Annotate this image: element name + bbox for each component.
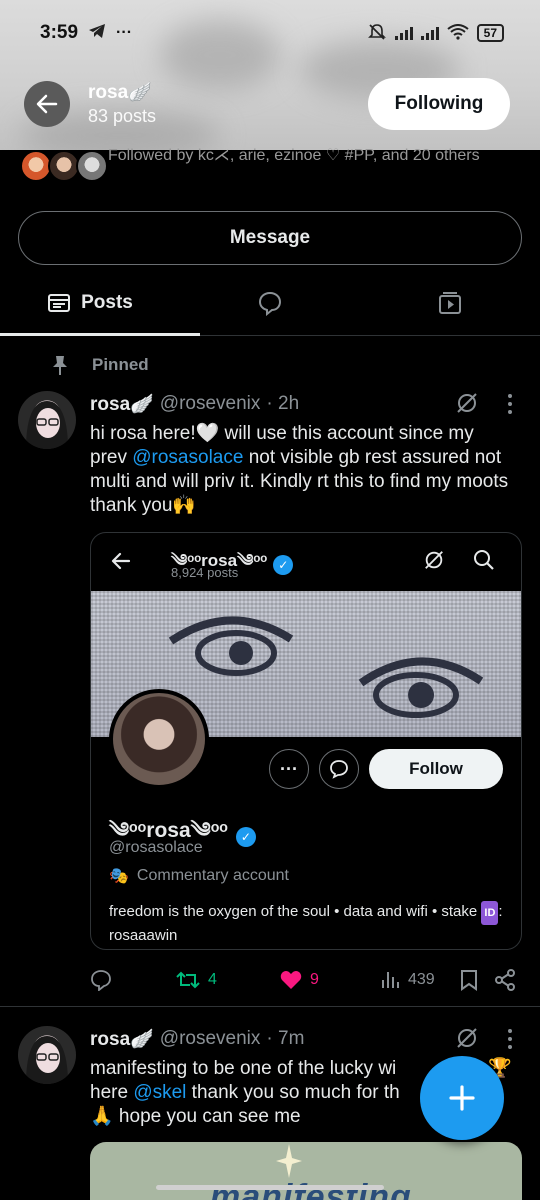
tab-posts[interactable]: Posts <box>0 270 200 336</box>
post-timestamp: · 2h <box>266 393 300 414</box>
profile-header: 3:59 ··· 57 rosa🪽 83 posts Following <box>0 0 540 150</box>
post-author-name[interactable]: rosa🪽 <box>90 1027 154 1051</box>
posts-tab-icon <box>48 293 71 312</box>
post-author-handle[interactable]: @rosevenix <box>160 393 261 415</box>
embedded-display-name: ༄ᵒᵒrosa༄ᵒᵒ ✓ <box>109 807 256 866</box>
post-divider <box>0 1006 540 1007</box>
home-indicator[interactable] <box>156 1185 384 1190</box>
signal-icon <box>394 26 413 40</box>
like-button[interactable]: 9 <box>280 970 380 990</box>
verified-icon: ✓ <box>235 826 256 847</box>
message-icon <box>330 760 348 779</box>
search-icon <box>474 550 494 570</box>
message-button[interactable]: Message <box>18 211 522 265</box>
active-tab-indicator <box>0 333 200 336</box>
id-badge: ID <box>481 901 499 925</box>
post-actions: 4 9 439 <box>90 964 520 996</box>
embedded-display-name-text: ༄ᵒᵒrosa༄ᵒᵒ <box>109 819 228 842</box>
embedded-top-bar: ༄ᵒᵒrosa༄ᵒᵒ ✓ 8,924 posts <box>91 533 521 591</box>
header-posts-count: 83 posts <box>88 106 157 126</box>
following-button[interactable]: Following <box>368 78 510 130</box>
views-button[interactable]: 439 <box>380 970 460 990</box>
share-icon <box>495 969 515 991</box>
embedded-more-button: ··· <box>269 749 309 789</box>
pinned-indicator: Pinned <box>50 354 149 376</box>
embedded-follow-button: Follow <box>369 749 503 789</box>
embedded-posts-count: 8,924 posts <box>171 565 239 580</box>
mention-link[interactable]: @rosasolace <box>132 447 243 468</box>
follower-avatar <box>76 150 108 182</box>
reply-icon <box>91 970 111 991</box>
views-count: 439 <box>408 971 435 988</box>
bookmark-button[interactable] <box>460 969 494 991</box>
embedded-image-card[interactable]: ༄ᵒᵒrosa༄ᵒᵒ ✓ 8,924 posts ··· Follow ༄ᵒᵒr… <box>90 532 522 950</box>
post-text: hi rosa here!🤍 will use this account sin… <box>90 422 515 518</box>
profile-tabs: Posts <box>0 270 540 336</box>
back-arrow-icon <box>111 552 131 570</box>
post-author-name[interactable]: rosa🪽 <box>90 392 154 416</box>
drama-mask-icon: 🎭 <box>109 868 129 885</box>
post-header: rosa🪽 @rosevenix · 7m <box>90 1027 304 1051</box>
followed-by-text: Followed by kc⋌, arie, ezinoe ♡ #PP, and… <box>108 147 480 164</box>
post-text-part: manifesting to be one of the lucky wi <box>90 1058 397 1079</box>
grok-icon <box>425 551 443 569</box>
grok-icon[interactable] <box>455 391 479 415</box>
like-count: 9 <box>310 971 319 988</box>
followed-by-row[interactable]: Followed by kc⋌, arie, ezinoe ♡ #PP, and… <box>20 146 520 190</box>
wifi-icon <box>447 23 469 43</box>
embedded-profile-avatar <box>109 689 209 789</box>
embedded-message-button <box>319 749 359 789</box>
media-tab-icon <box>439 291 461 314</box>
pin-icon <box>53 356 67 375</box>
retweet-button[interactable]: 4 <box>176 969 280 991</box>
embedded-handle: @rosasolace <box>109 839 203 856</box>
post-header: rosa🪽 @rosevenix · 2h <box>90 392 299 416</box>
status-time: 3:59 <box>40 22 79 43</box>
post-text-part: here <box>90 1082 134 1103</box>
replies-tab-icon <box>258 291 282 316</box>
more-notifications-icon: ··· <box>116 24 133 41</box>
header-name: rosa🪽 <box>88 82 152 103</box>
share-button[interactable] <box>494 969 516 991</box>
tab-replies[interactable] <box>180 270 360 335</box>
pinned-label: Pinned <box>92 355 149 374</box>
heart-icon <box>280 971 302 989</box>
embedded-category: 🎭 Commentary account <box>109 866 289 886</box>
bookmark-icon <box>461 970 477 991</box>
embedded-bio: freedom is the oxygen of the soul • data… <box>109 901 509 947</box>
post-text-part: thank you so much for th <box>186 1082 400 1103</box>
post-image[interactable]: manifesting <box>90 1142 522 1200</box>
compose-button[interactable] <box>420 1056 504 1140</box>
post-author-handle[interactable]: @rosevenix <box>160 1028 261 1050</box>
status-bar: 3:59 ··· 57 <box>0 0 540 66</box>
back-arrow-icon <box>36 94 58 114</box>
retweet-icon <box>176 971 200 989</box>
post-timestamp: · 7m <box>266 1028 305 1049</box>
telegram-icon <box>88 23 106 44</box>
embedded-category-text: Commentary account <box>136 867 289 884</box>
tab-media[interactable] <box>360 270 540 335</box>
sparkle-icon <box>276 1144 302 1178</box>
battery-indicator: 57 <box>476 24 504 42</box>
mention-link[interactable]: @skel <box>133 1082 186 1103</box>
back-button[interactable] <box>24 81 70 127</box>
bio-text: freedom is the oxygen of the soul • data… <box>109 903 482 920</box>
verified-icon: ✓ <box>273 555 294 575</box>
avatar[interactable] <box>18 1026 76 1084</box>
more-icon[interactable] <box>506 393 514 415</box>
signal-icon-2 <box>420 26 439 40</box>
views-icon <box>382 972 399 988</box>
grok-icon[interactable] <box>455 1026 479 1050</box>
more-icon[interactable] <box>506 1028 514 1050</box>
avatar[interactable] <box>18 391 76 449</box>
tab-posts-label: Posts <box>81 291 133 313</box>
mute-icon <box>367 22 387 45</box>
reply-button[interactable] <box>90 969 176 991</box>
retweet-count: 4 <box>208 971 217 988</box>
plus-icon <box>449 1085 475 1111</box>
